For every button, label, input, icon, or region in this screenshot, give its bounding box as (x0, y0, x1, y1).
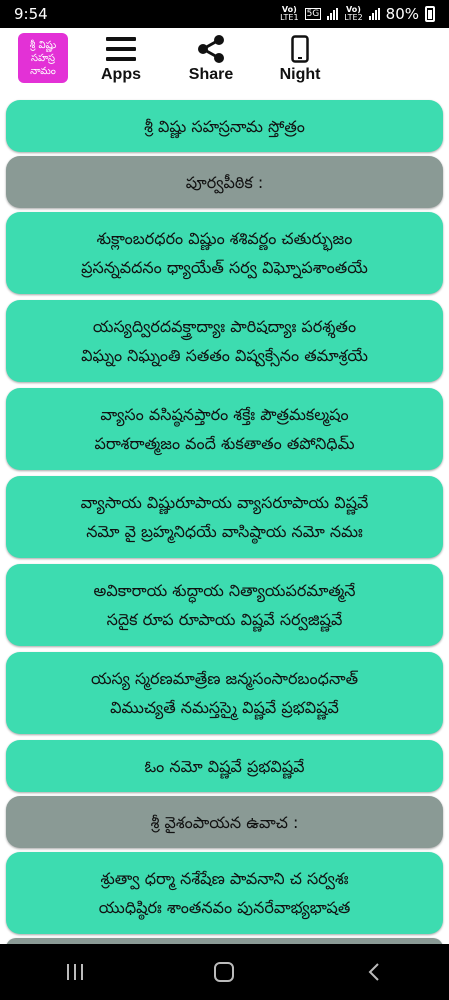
sim2-indicator: Vo) LTE2 (344, 5, 363, 22)
apps-label: Apps (101, 66, 141, 83)
night-label: Night (279, 66, 321, 83)
system-nav-bar (0, 944, 449, 1000)
app-logo[interactable]: శ్రీ విష్ణు సహస్ర నామం (18, 33, 68, 83)
verse-item[interactable]: ఓం నమో విష్ణవే ప్రభవిష్ణవే (6, 740, 443, 792)
network-5g-badge: 5G (304, 8, 322, 20)
verse-item[interactable]: శుక్లాంబరధరం విష్ణుం శశివర్ణం చతుర్భుజం … (6, 212, 443, 294)
item-line: శ్రీ వైశంపాయన ఉవాచ : (150, 812, 299, 832)
item-line: యుధిష్ఠిరః శాంతనవం పునరేవాభ్యభాషత (98, 898, 351, 917)
verse-item[interactable]: అవికారాయ శుద్ధాయ నిత్యాయపరమాత్మనే సదైక ర… (6, 564, 443, 646)
section-heading[interactable]: శ్రీ వైశంపాయన ఉవాచ : (6, 796, 443, 848)
recent-apps-button[interactable] (45, 952, 105, 992)
list-item-title[interactable]: శ్రీ విష్ణు సహస్రనామ స్తోత్రం (6, 100, 443, 152)
item-line: విఘ్నం నిఘ్నంతి సతతం విష్వక్సేనం తమాశ్రయ… (81, 346, 368, 365)
item-line: ప్రసన్నవదనం ధ్యాయేత్ సర్వ విఘ్నోపశాంతయే (81, 258, 368, 277)
verse-item[interactable]: యస్యద్విరదవక్త్రాద్యాః పారిషద్యాః పరశ్శత… (6, 300, 443, 382)
apps-button[interactable]: Apps (86, 32, 156, 90)
app-toolbar: శ్రీ విష్ణు సహస్ర నామం Apps Share Night (0, 28, 449, 94)
verse-item[interactable]: వ్యాసాయ విష్ణురూపాయ వ్యాసరూపాయ విష్ణవే న… (6, 476, 443, 558)
phone-icon (265, 32, 335, 66)
verse-item[interactable]: యస్య స్మరణమాత్రేణ జన్మసంసారబంధనాత్ విముచ… (6, 652, 443, 734)
verse-item[interactable]: శ్రుత్వా ధర్మా నశేషేణ పావనాని చ సర్వశః య… (6, 852, 443, 934)
back-button[interactable] (344, 952, 404, 992)
status-indicators: Vo) LTE1 5G Vo) LTE2 80% (280, 5, 435, 23)
status-bar: 9:54 Vo) LTE1 5G Vo) LTE2 80% (0, 0, 449, 28)
night-mode-button[interactable]: Night (265, 32, 335, 90)
item-line: వ్యాసం వసిష్ఠనప్తారం శక్తేః పౌత్రమకల్మషం (100, 405, 349, 424)
item-line: సదైక రూప రూపాయ విష్ణవే సర్వజిష్ణవే (106, 610, 343, 629)
share-label: Share (188, 66, 234, 83)
item-line: అవికారాయ శుద్ధాయ నిత్యాయపరమాత్మనే (93, 581, 356, 600)
share-icon (176, 32, 246, 66)
signal-bars-icon (327, 8, 339, 20)
menu-icon (86, 32, 156, 66)
item-line: యస్యద్విరదవక్త్రాద్యాః పారిషద్యాః పరశ్శత… (92, 317, 357, 336)
home-button[interactable] (194, 952, 254, 992)
battery-level: 80% (385, 5, 419, 23)
clock: 9:54 (14, 5, 48, 23)
item-line: పూర్వపీఠిక : (185, 172, 264, 192)
battery-icon (425, 6, 435, 22)
item-line: ఓం నమో విష్ణవే ప్రభవిష్ణవే (144, 756, 305, 776)
item-line: యస్య స్మరణమాత్రేణ జన్మసంసారబంధనాత్ (90, 669, 359, 688)
item-line: శ్రుత్వా ధర్మా నశేషేణ పావనాని చ సర్వశః (100, 869, 349, 888)
verse-item[interactable]: వ్యాసం వసిష్ఠనప్తారం శక్తేః పౌత్రమకల్మషం… (6, 388, 443, 470)
signal-bars-2-icon (368, 8, 380, 20)
section-heading[interactable]: పూర్వపీఠిక : (6, 156, 443, 208)
back-icon (368, 963, 379, 981)
item-line: శుక్లాంబరధరం విష్ణుం శశివర్ణం చతుర్భుజం (96, 229, 353, 248)
item-line: విముచ్యతే నమస్తస్మై విష్ణవే ప్రభవిష్ణవే (110, 698, 339, 717)
item-line: నమో వై బ్రహ్మనిధయే వాసిష్ఠాయ నమో నమః (86, 522, 363, 541)
item-line: శ్రీ విష్ణు సహస్రనామ స్తోత్రం (144, 116, 305, 136)
share-button[interactable]: Share (176, 32, 246, 90)
item-line: వ్యాసాయ విష్ణురూపాయ వ్యాసరూపాయ విష్ణవే (80, 493, 369, 512)
recents-icon (66, 964, 83, 980)
sim1-indicator: Vo) LTE1 (280, 5, 299, 22)
home-icon (214, 962, 235, 982)
item-line: పరాశరాత్మజం వందే శుకతాతం తపోనిధిమ్ (94, 434, 355, 453)
